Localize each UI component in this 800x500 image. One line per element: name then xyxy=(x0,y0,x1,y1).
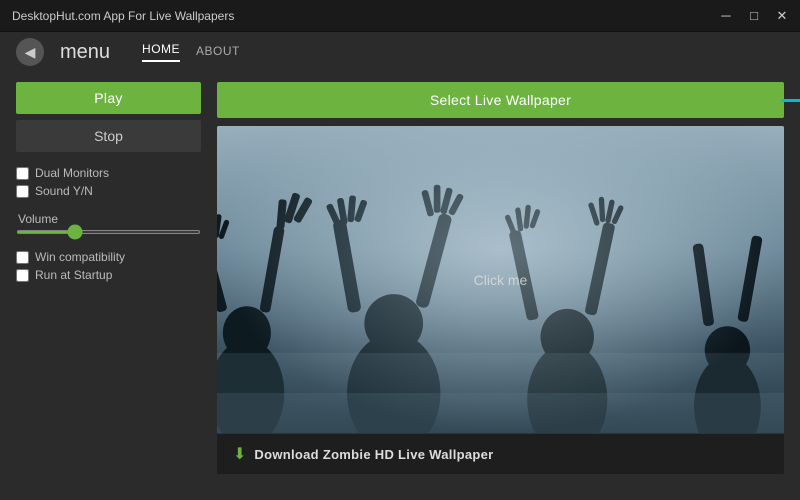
win-compat-label: Win compatibility xyxy=(35,250,125,264)
run-startup-checkbox[interactable] xyxy=(16,269,29,282)
dual-monitors-option[interactable]: Dual Monitors xyxy=(16,166,201,180)
sound-option[interactable]: Sound Y/N xyxy=(16,184,201,198)
volume-slider[interactable] xyxy=(16,230,201,234)
preview-area[interactable]: Click me ⬇ Download Zombie HD Live Wallp… xyxy=(217,126,784,474)
close-button[interactable]: ✕ xyxy=(772,6,792,26)
run-startup-label: Run at Startup xyxy=(35,268,112,282)
left-panel: Play Stop Dual Monitors Sound Y/N Volume… xyxy=(16,82,201,474)
stop-button[interactable]: Stop xyxy=(16,120,201,152)
play-button[interactable]: Play xyxy=(16,82,201,114)
nav-about[interactable]: ABOUT xyxy=(196,44,240,62)
main-content: Play Stop Dual Monitors Sound Y/N Volume… xyxy=(0,66,800,490)
arrow-indicator xyxy=(781,91,800,109)
arrow-line xyxy=(781,99,800,102)
win-compat-option[interactable]: Win compatibility xyxy=(16,250,201,264)
volume-section: Volume xyxy=(16,212,201,234)
fog-overlay xyxy=(217,126,784,433)
zombie-scene: Click me xyxy=(217,126,784,433)
download-text: Download Zombie HD Live Wallpaper xyxy=(254,447,493,462)
run-startup-option[interactable]: Run at Startup xyxy=(16,268,201,282)
download-bar: ⬇ Download Zombie HD Live Wallpaper xyxy=(217,433,784,474)
title-bar-text: DesktopHut.com App For Live Wallpapers xyxy=(8,9,234,23)
win-compat-checkbox[interactable] xyxy=(16,251,29,264)
menu-title: menu xyxy=(60,41,110,64)
right-panel: Select Live Wallpaper xyxy=(217,82,784,474)
select-wallpaper-button[interactable]: Select Live Wallpaper xyxy=(217,82,784,118)
dual-monitors-label: Dual Monitors xyxy=(35,166,109,180)
options-group: Dual Monitors Sound Y/N xyxy=(16,166,201,198)
menu-bar: ◀ menu HOME ABOUT xyxy=(0,32,800,66)
back-button[interactable]: ◀ xyxy=(16,38,44,66)
download-icon: ⬇ xyxy=(233,444,246,464)
title-bar: DesktopHut.com App For Live Wallpapers ─… xyxy=(0,0,800,32)
title-bar-controls: ─ □ ✕ xyxy=(716,6,792,26)
sound-label: Sound Y/N xyxy=(35,184,93,198)
dual-monitors-checkbox[interactable] xyxy=(16,167,29,180)
sound-checkbox[interactable] xyxy=(16,185,29,198)
back-icon: ◀ xyxy=(25,44,36,61)
nav-links: HOME ABOUT xyxy=(142,42,240,62)
startup-group: Win compatibility Run at Startup xyxy=(16,250,201,282)
maximize-button[interactable]: □ xyxy=(744,6,764,26)
nav-home[interactable]: HOME xyxy=(142,42,180,62)
minimize-button[interactable]: ─ xyxy=(716,6,736,26)
